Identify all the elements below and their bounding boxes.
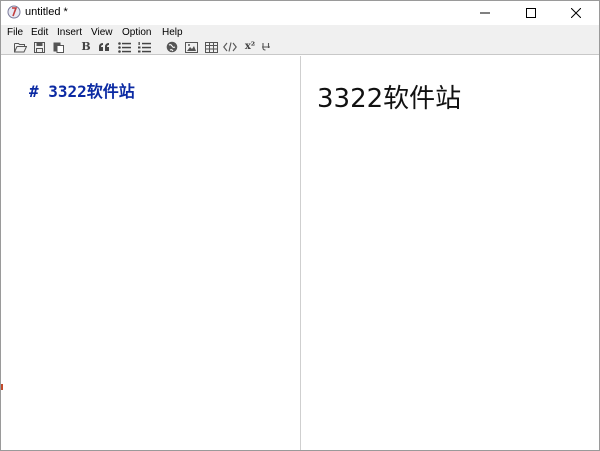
app-window: untitled * File Edit Insert View Option … bbox=[0, 0, 600, 451]
strikethrough-icon bbox=[262, 42, 270, 51]
markdown-editor[interactable]: # 3322软件站 bbox=[1, 56, 301, 450]
bold-button[interactable]: B bbox=[79, 41, 93, 53]
bullet-list-icon bbox=[117, 41, 131, 53]
quote-icon bbox=[99, 43, 109, 51]
edge-marker bbox=[1, 384, 3, 390]
superscript-button[interactable]: x² bbox=[243, 41, 257, 53]
numbered-list-button[interactable] bbox=[137, 41, 151, 53]
paste-button[interactable] bbox=[51, 41, 65, 53]
app-icon bbox=[7, 5, 21, 19]
strikethrough-button[interactable] bbox=[259, 41, 273, 53]
link-icon bbox=[166, 41, 178, 53]
bold-icon: B bbox=[81, 40, 91, 53]
menu-option[interactable]: Option bbox=[122, 27, 151, 38]
close-icon bbox=[571, 8, 581, 18]
toolbar: B x² bbox=[1, 40, 599, 55]
save-icon bbox=[33, 41, 45, 53]
image-button[interactable] bbox=[184, 41, 198, 53]
menu-bar: File Edit Insert View Option Help bbox=[1, 25, 599, 40]
minimize-icon bbox=[480, 12, 490, 14]
minimize-button[interactable] bbox=[462, 1, 508, 25]
superscript-icon: x² bbox=[244, 41, 256, 52]
open-button[interactable] bbox=[13, 41, 27, 53]
menu-help[interactable]: Help bbox=[162, 27, 183, 38]
save-button[interactable] bbox=[32, 41, 46, 53]
menu-file[interactable]: File bbox=[7, 27, 23, 38]
window-title: untitled * bbox=[25, 6, 68, 18]
table-icon bbox=[204, 41, 218, 53]
code-icon bbox=[223, 42, 237, 52]
open-icon bbox=[13, 42, 27, 52]
bullet-list-button[interactable] bbox=[117, 41, 131, 53]
quote-button[interactable] bbox=[97, 41, 111, 53]
maximize-icon bbox=[526, 8, 536, 18]
preview-heading: 3322软件站 bbox=[317, 84, 462, 114]
paste-icon bbox=[53, 42, 64, 53]
code-button[interactable] bbox=[223, 41, 237, 53]
maximize-button[interactable] bbox=[508, 1, 554, 25]
table-button[interactable] bbox=[204, 41, 218, 53]
menu-view[interactable]: View bbox=[91, 27, 113, 38]
numbered-list-icon bbox=[137, 41, 151, 52]
close-button[interactable] bbox=[553, 1, 599, 25]
link-button[interactable] bbox=[165, 41, 179, 53]
image-icon bbox=[184, 41, 198, 53]
editor-line[interactable]: # 3322软件站 bbox=[29, 78, 135, 102]
menu-edit[interactable]: Edit bbox=[31, 27, 48, 38]
menu-insert[interactable]: Insert bbox=[57, 27, 82, 38]
title-bar: untitled * bbox=[1, 1, 599, 25]
preview-pane: 3322软件站 bbox=[302, 56, 599, 450]
